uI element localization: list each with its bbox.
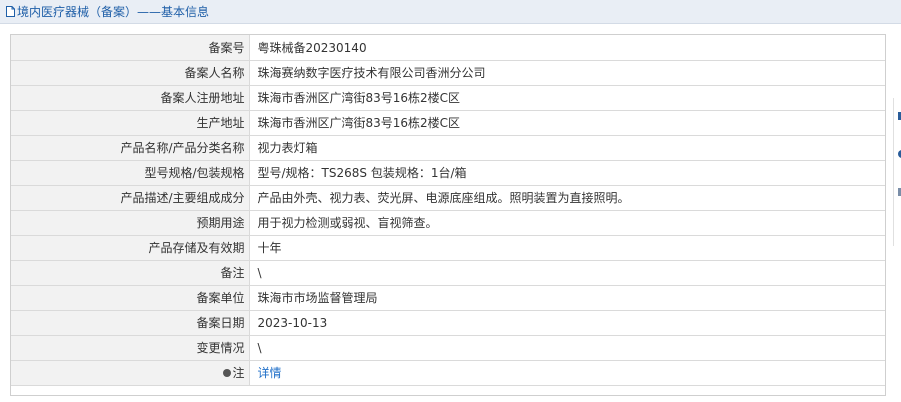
table-row: 产品存储及有效期 十年 xyxy=(11,234,885,261)
field-value: 珠海市香洲区广湾街83号16栋2楼C区 xyxy=(248,84,885,111)
note-label: 注 xyxy=(232,366,245,380)
document-icon xyxy=(6,6,15,17)
field-value: 型号/规格：TS268S 包装规格：1台/箱 xyxy=(248,159,885,186)
field-label: 产品名称/产品分类名称 xyxy=(11,134,250,161)
field-label: 产品描述/主要组成成分 xyxy=(11,184,250,211)
table-row: 备案号 粤珠械备20230140 xyxy=(11,35,885,61)
field-value: 珠海市市场监督管理局 xyxy=(248,284,885,311)
details-link[interactable]: 详情 xyxy=(258,366,282,380)
table-row: 预期用途 用于视力检测或弱视、盲视筛查。 xyxy=(11,209,885,236)
field-label: 备案号 xyxy=(11,35,250,61)
page-title: 境内医疗器械（备案）——基本信息 xyxy=(17,5,210,19)
field-value: \ xyxy=(248,334,885,361)
field-label: 预期用途 xyxy=(11,209,250,236)
field-value: 产品由外壳、视力表、荧光屏、电源底座组成。照明装置为直接照明。 xyxy=(248,184,885,211)
field-value: 珠海赛纳数字医疗技术有限公司香洲分公司 xyxy=(248,59,885,86)
table-row: 备注 \ xyxy=(11,259,885,286)
field-label: 备案人名称 xyxy=(11,59,250,86)
field-label: 备案人注册地址 xyxy=(11,84,250,111)
field-label: 变更情况 xyxy=(11,334,250,361)
table-row: 备案人注册地址 珠海市香洲区广湾街83号16栋2楼C区 xyxy=(11,84,885,111)
field-label: 产品存储及有效期 xyxy=(11,234,250,261)
field-value: 粤珠械备20230140 xyxy=(248,35,885,61)
field-label: 型号规格/包装规格 xyxy=(11,159,250,186)
table-row: 产品描述/主要组成成分 产品由外壳、视力表、荧光屏、电源底座组成。照明装置为直接… xyxy=(11,184,885,211)
basic-info-table: 备案号 粤珠械备20230140 备案人名称 珠海赛纳数字医疗技术有限公司香洲分… xyxy=(11,35,885,386)
field-label: 备案单位 xyxy=(11,284,250,311)
field-label: 生产地址 xyxy=(11,109,250,136)
table-row: 备案单位 珠海市市场监督管理局 xyxy=(11,284,885,311)
field-value: 用于视力检测或弱视、盲视筛查。 xyxy=(248,209,885,236)
note-label-cell: 注 xyxy=(11,359,250,386)
field-value: 珠海市香洲区广湾街83号16栋2楼C区 xyxy=(248,109,885,136)
table-row: 型号规格/包装规格 型号/规格：TS268S 包装规格：1台/箱 xyxy=(11,159,885,186)
field-value: \ xyxy=(248,259,885,286)
field-value: 2023-10-13 xyxy=(248,309,885,336)
field-label: 备注 xyxy=(11,259,250,286)
table-row: 产品名称/产品分类名称 视力表灯箱 xyxy=(11,134,885,161)
table-row: 变更情况 \ xyxy=(11,334,885,361)
field-value: 十年 xyxy=(248,234,885,261)
note-row: 注 详情 xyxy=(11,359,885,386)
pin-icon xyxy=(223,368,232,377)
table-row: 生产地址 珠海市香洲区广湾街83号16栋2楼C区 xyxy=(11,109,885,136)
note-value-cell: 详情 xyxy=(248,359,885,386)
field-label: 备案日期 xyxy=(11,309,250,336)
basic-info-panel: 备案号 粤珠械备20230140 备案人名称 珠海赛纳数字医疗技术有限公司香洲分… xyxy=(10,34,886,396)
page-header: 境内医疗器械（备案）——基本信息 xyxy=(0,0,901,24)
table-row: 备案日期 2023-10-13 xyxy=(11,309,885,336)
field-value: 视力表灯箱 xyxy=(248,134,885,161)
side-toolbar xyxy=(893,98,901,246)
table-row: 备案人名称 珠海赛纳数字医疗技术有限公司香洲分公司 xyxy=(11,59,885,86)
